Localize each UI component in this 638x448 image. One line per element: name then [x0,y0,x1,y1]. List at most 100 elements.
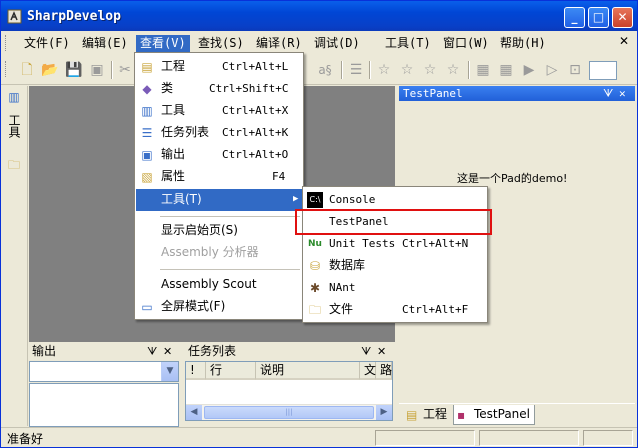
cut-icon[interactable]: ✂ [117,62,133,78]
bookmark-next-icon[interactable]: ☆ [422,62,438,78]
status-cell [479,430,579,446]
tools-pad-icon[interactable]: ▥ [5,90,23,104]
project-icon: ▤ [141,60,153,74]
stop-icon[interactable]: ⊡ [567,62,583,78]
save-icon[interactable]: 💾 [65,62,82,78]
task-horizontal-scrollbar[interactable]: ◀ ||| ▶ [186,404,392,420]
bookmark-clear-icon[interactable]: ☆ [445,62,461,78]
view-menu-item-properties[interactable]: ▧ 属性 F4 [136,166,302,188]
title-bar[interactable]: SharpDevelop _ □ ✕ [1,1,637,31]
scroll-left-icon[interactable]: ◀ [186,405,202,420]
output-text-area[interactable] [29,383,179,427]
tools-submenu-item-files[interactable]: 🗀 文件 Ctrl+Alt+F [304,299,486,321]
view-menu-item-start-page[interactable]: 显示启始页(S) [136,220,302,242]
open-file-icon[interactable]: 📂 [41,62,58,78]
column-header-line[interactable]: 行 [206,362,256,380]
tools-pad-tab[interactable]: 工具 [5,114,23,138]
indent-icon[interactable]: ☰ [348,62,364,78]
view-menu-item-tools[interactable]: ▥ 工具 Ctrl+Alt+X [136,100,302,122]
toolbar-separator [468,61,470,79]
nunit-icon: Nu [308,239,322,249]
bookmark-prev-icon[interactable]: ☆ [399,62,415,78]
chevron-down-icon[interactable]: ▼ [161,362,178,381]
files-pad-icon[interactable]: 🗀 [5,156,23,177]
properties-icon: ▧ [141,170,153,184]
column-header-file[interactable]: 文 [360,362,376,380]
view-menu-item-class[interactable]: ◆ 类 Ctrl+Shift+C [136,78,302,100]
toolbar-search-input[interactable] [589,61,617,80]
menu-debug[interactable]: 调试(D) [310,35,364,52]
menu-view[interactable]: 查看(V) [136,35,190,52]
view-menu-item-tasklist[interactable]: ☰ 任务列表 Ctrl+Alt+K [136,122,302,144]
right-pad-tabs: ▤ 工程 ▪ TestPanel [399,403,635,426]
test-panel-demo-text: 这是一个Pad的demo! [457,172,568,185]
folder-icon: 🗀 [308,303,321,317]
menu-build[interactable]: 编译(R) [252,35,306,52]
tools-submenu-item-nant[interactable]: ✱ NAnt [304,277,486,299]
tools-submenu-item-database[interactable]: ⛁ 数据库 [304,255,486,277]
output-pin-icon[interactable]: ᗐ [147,344,157,359]
view-menu-item-assembly-analyzer: Assembly 分析器 [161,245,259,259]
close-button[interactable]: ✕ [612,7,633,28]
task-close-icon[interactable]: ✕ [377,344,386,359]
maximize-button[interactable]: □ [588,7,609,28]
view-menu-item-fullscreen[interactable]: ▭ 全屏模式(F) [136,296,302,318]
task-pin-icon[interactable]: ᗐ [361,344,371,359]
menu-file[interactable]: 文件(F) [20,35,74,52]
view-menu-item-output[interactable]: ▣ 输出 Ctrl+Alt+O [136,144,302,166]
new-file-icon[interactable]: 🗋 [19,62,35,78]
menu-separator [160,269,300,270]
run-icon[interactable]: ▶ [521,62,537,78]
menu-help[interactable]: 帮助(H) [496,35,550,52]
nant-icon: ✱ [309,281,321,295]
test-panel-close-icon[interactable]: ✕ [619,86,626,101]
tools-submenu-dropdown: C:\ Console TestPanel Nu Unit Tests Ctrl… [302,186,488,323]
run-no-debug-icon[interactable]: ▷ [544,62,560,78]
tab-testpanel[interactable]: ▪ TestPanel [453,405,536,425]
main-toolbar: 🗋 📂 💾 ▣ ✂ a§ ☰ ☆ ☆ ☆ ☆ ▦ ▦ ▶ ▷ ⊡ [1,55,637,85]
output-pad-title: 输出 [32,344,57,358]
bookmark-toggle-icon[interactable]: ☆ [376,62,392,78]
column-header-path[interactable]: 路 [376,362,392,380]
save-all-icon[interactable]: ▣ [89,62,105,78]
menu-bar: 文件(F) 编辑(E) 查看(V) 查找(S) 编译(R) 调试(D) 工具(T… [1,32,637,54]
menu-tools[interactable]: 工具(T) [381,35,435,52]
view-menu-item-project[interactable]: ▤ 工程 Ctrl+Alt+L [136,56,302,78]
scroll-right-icon[interactable]: ▶ [376,405,392,420]
tools-submenu-item-unit-tests[interactable]: Nu Unit Tests Ctrl+Alt+N [304,233,486,255]
menubar-grip[interactable] [5,35,8,51]
tools-submenu-item-console[interactable]: C:\ Console [304,189,486,211]
column-header-description[interactable]: 说明 [256,362,360,380]
output-source-select[interactable]: ▼ [29,361,179,382]
menu-window[interactable]: 窗口(W) [439,35,493,52]
status-cell [375,430,475,446]
testpanel-icon: ▪ [457,408,466,422]
view-menu-item-assembly-scout[interactable]: Assembly Scout [136,274,302,296]
tab-testpanel-label: TestPanel [474,407,531,421]
task-list-grid[interactable]: ! 行 说明 文 路 ◀ ||| ▶ [185,361,393,421]
toolbar-grip[interactable] [5,61,8,77]
output-close-icon[interactable]: ✕ [163,344,172,359]
menu-separator [160,216,300,217]
class-icon: ◆ [142,82,152,96]
database-icon: ⛁ [309,259,321,273]
status-bar: 准备好 [1,427,637,447]
tab-project[interactable]: ▤ 工程 [403,405,451,425]
scroll-thumb[interactable]: ||| [204,406,374,419]
menu-close-icon[interactable]: ✕ [619,34,629,48]
fullscreen-icon: ▭ [141,300,153,314]
format-icon[interactable]: a§ [317,62,333,78]
menu-edit[interactable]: 编辑(E) [78,35,132,52]
task-pad-header: 任务列表 ᗐ ✕ [185,344,393,360]
minimize-button[interactable]: _ [564,7,585,28]
submenu-arrow-icon: ▶ [293,194,299,204]
console-icon: C:\ [307,192,323,208]
view-menu-item-tools-submenu[interactable]: 工具(T) ▶ [136,189,302,211]
menu-search[interactable]: 查找(S) [194,35,248,52]
build-icon[interactable]: ▦ [475,62,491,78]
column-header-priority[interactable]: ! [186,362,206,380]
project-icon: ▤ [406,408,418,422]
rebuild-icon[interactable]: ▦ [498,62,514,78]
test-panel-pin-icon[interactable]: ᗐ [603,86,613,101]
status-text: 准备好 [7,432,44,446]
